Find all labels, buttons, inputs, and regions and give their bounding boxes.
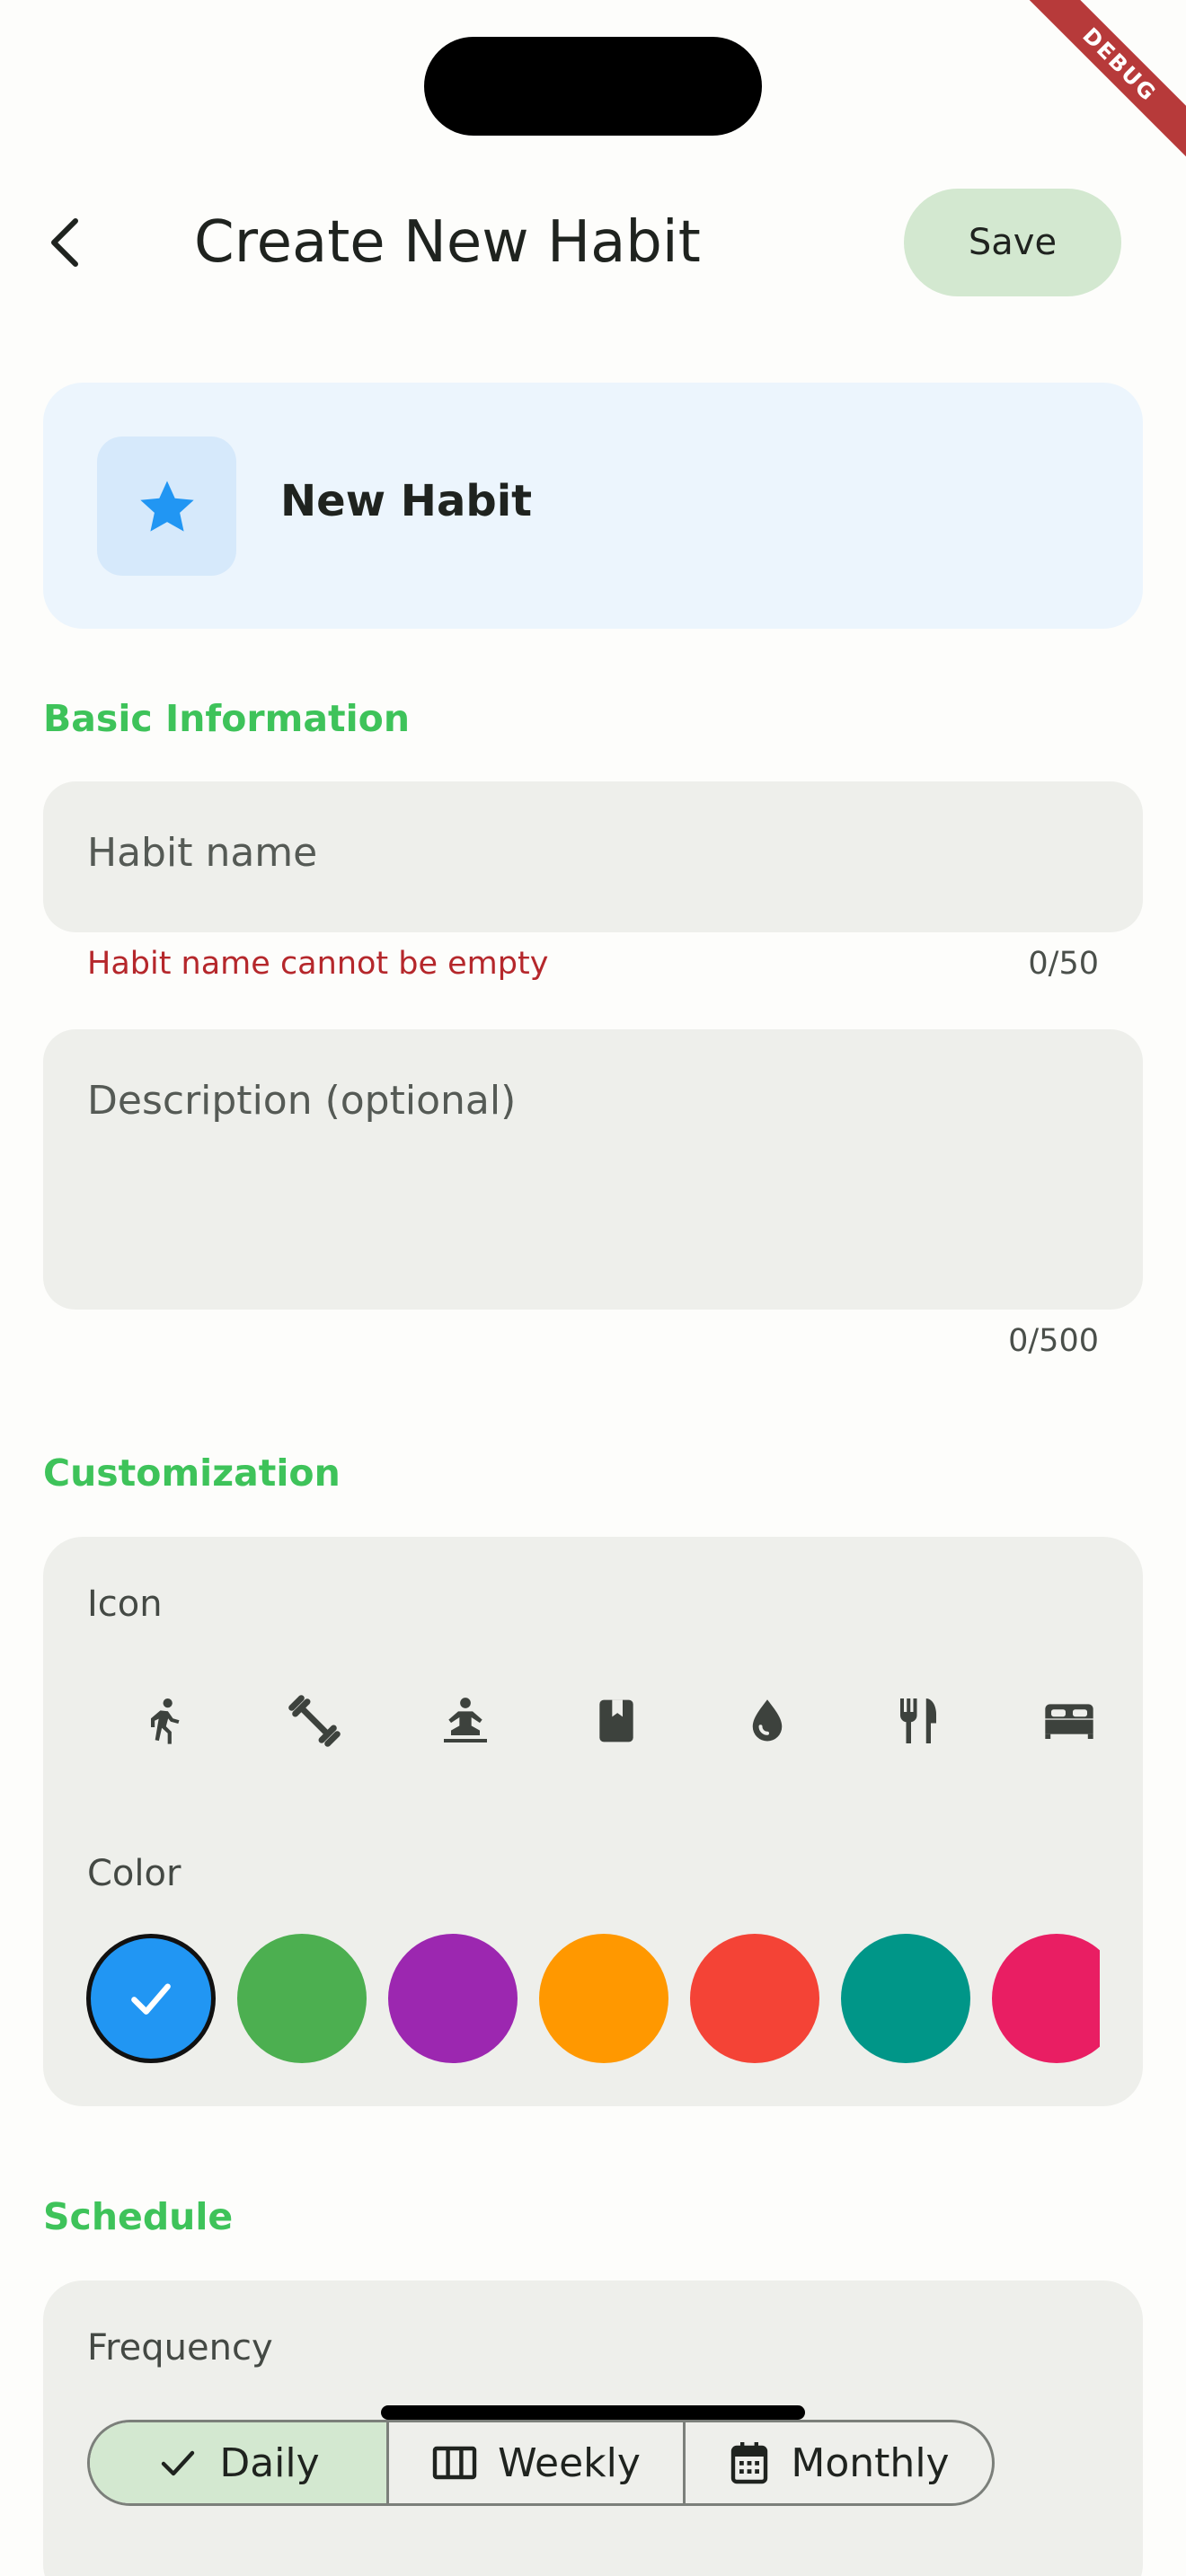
icon-label: Icon bbox=[87, 1584, 163, 1625]
frequency-option-weekly[interactable]: Weekly bbox=[386, 2422, 683, 2503]
color-swatch-pink[interactable] bbox=[992, 1934, 1100, 2063]
app-bar: Create New Habit Save bbox=[0, 180, 1186, 305]
habit-name-error: Habit name cannot be empty bbox=[87, 946, 549, 982]
frequency-option-daily[interactable]: Daily bbox=[90, 2422, 386, 2503]
icon-picker bbox=[128, 1685, 1143, 1757]
habit-name-field[interactable]: Habit name bbox=[43, 781, 1143, 932]
description-counter: 0/500 bbox=[1008, 1323, 1099, 1359]
description-field[interactable]: Description (optional) bbox=[43, 1029, 1143, 1310]
check-icon bbox=[162, 2450, 195, 2476]
icon-option-running[interactable] bbox=[128, 1685, 199, 1757]
calendar-view-week-icon bbox=[432, 2446, 477, 2480]
home-indicator bbox=[381, 2405, 805, 2420]
back-arrow-icon bbox=[51, 218, 78, 267]
check-icon bbox=[131, 1983, 171, 2015]
color-label: Color bbox=[87, 1853, 181, 1894]
page-title: Create New Habit bbox=[194, 209, 701, 276]
water-drop-icon bbox=[752, 1699, 783, 1742]
frequency-selector: Daily Weekly Monthly bbox=[87, 2420, 995, 2506]
customization-panel: Icon Color bbox=[43, 1537, 1143, 2106]
frequency-option-label: Daily bbox=[219, 2439, 320, 2486]
section-title-basic-information: Basic Information bbox=[43, 697, 411, 740]
schedule-panel: Frequency Daily Weekly Monthly bbox=[43, 2280, 1143, 2576]
restaurant-icon bbox=[899, 1698, 936, 1743]
preview-icon-tile bbox=[97, 437, 236, 576]
habit-name-placeholder: Habit name bbox=[87, 830, 318, 876]
icon-option-reading[interactable] bbox=[580, 1685, 652, 1757]
section-title-customization: Customization bbox=[43, 1451, 341, 1495]
debug-banner-label: DEBUG bbox=[1017, 0, 1186, 167]
save-button[interactable]: Save bbox=[904, 189, 1121, 296]
color-swatch-purple[interactable] bbox=[388, 1934, 518, 2063]
color-picker bbox=[86, 1932, 1100, 2065]
icon-option-meditation[interactable] bbox=[429, 1685, 501, 1757]
dumbbell-icon bbox=[288, 1695, 341, 1747]
frequency-option-monthly[interactable]: Monthly bbox=[683, 2422, 992, 2503]
preview-habit-name: New Habit bbox=[280, 476, 533, 526]
bed-icon bbox=[1045, 1704, 1093, 1739]
dynamic-island bbox=[424, 37, 762, 136]
frequency-option-label: Monthly bbox=[791, 2439, 950, 2486]
color-swatch-green[interactable] bbox=[237, 1934, 367, 2063]
habit-name-counter: 0/50 bbox=[1028, 946, 1099, 982]
star-icon bbox=[139, 481, 194, 532]
book-icon bbox=[599, 1699, 633, 1742]
icon-option-fitness[interactable] bbox=[279, 1685, 350, 1757]
color-swatch-teal[interactable] bbox=[841, 1934, 970, 2063]
debug-banner: DEBUG bbox=[1006, 0, 1186, 180]
icon-option-food[interactable] bbox=[882, 1685, 954, 1757]
frequency-label: Frequency bbox=[87, 2327, 273, 2369]
running-icon bbox=[151, 1698, 180, 1744]
back-button[interactable] bbox=[47, 207, 101, 278]
description-placeholder: Description (optional) bbox=[87, 1078, 517, 1124]
color-swatch-red[interactable] bbox=[690, 1934, 819, 2063]
frequency-option-label: Weekly bbox=[498, 2439, 641, 2486]
meditation-icon bbox=[444, 1698, 487, 1742]
habit-preview-card: New Habit bbox=[43, 383, 1143, 629]
icon-option-sleep[interactable] bbox=[1033, 1685, 1105, 1757]
icon-option-water[interactable] bbox=[731, 1685, 803, 1757]
color-swatch-orange[interactable] bbox=[539, 1934, 668, 2063]
calendar-month-icon bbox=[731, 2442, 768, 2484]
color-swatch-blue[interactable] bbox=[86, 1934, 216, 2063]
section-title-schedule: Schedule bbox=[43, 2195, 234, 2238]
